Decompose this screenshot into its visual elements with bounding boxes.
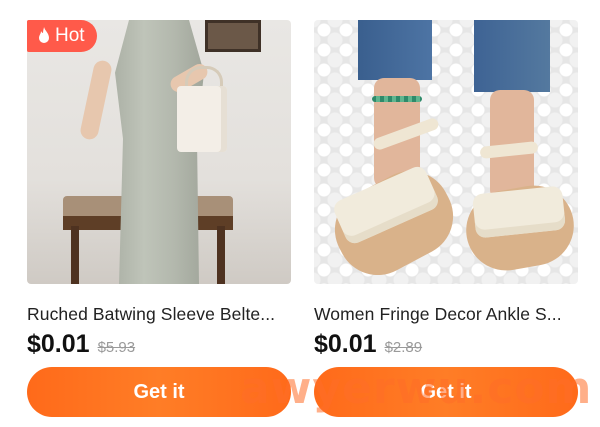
price-row: $0.01 $5.93 xyxy=(27,330,291,359)
fringe-strap xyxy=(471,185,567,239)
product-card[interactable]: Women Fringe Decor Ankle S... $0.01 $2.8… xyxy=(314,0,578,417)
badge-label: Hot xyxy=(55,25,85,46)
original-price: $2.89 xyxy=(384,339,423,356)
handbag xyxy=(177,86,227,152)
product-title[interactable]: Ruched Batwing Sleeve Belte... xyxy=(27,304,291,325)
jeans xyxy=(358,20,432,80)
arm xyxy=(78,59,114,141)
product-card[interactable]: Hot Ruched Batwing Sleeve Belte... $0.01… xyxy=(27,0,291,417)
product-image[interactable] xyxy=(314,20,578,284)
get-it-button[interactable]: Get it xyxy=(27,367,291,417)
product-image[interactable] xyxy=(27,20,291,284)
product-title[interactable]: Women Fringe Decor Ankle S... xyxy=(314,304,578,325)
original-price: $5.93 xyxy=(97,339,136,356)
anklet xyxy=(372,96,422,102)
price-row: $0.01 $2.89 xyxy=(314,330,578,359)
dress xyxy=(115,20,204,284)
sale-price: $0.01 xyxy=(314,330,377,358)
sale-price: $0.01 xyxy=(27,330,90,358)
product-grid: Hot Ruched Batwing Sleeve Belte... $0.01… xyxy=(0,0,600,427)
stool-leg xyxy=(71,226,79,284)
wall-frame xyxy=(205,20,261,52)
flame-icon xyxy=(39,27,49,43)
hot-badge: Hot xyxy=(27,20,97,52)
get-it-button[interactable]: Get it xyxy=(314,367,578,417)
jeans xyxy=(474,20,550,92)
stool-leg xyxy=(217,226,225,284)
